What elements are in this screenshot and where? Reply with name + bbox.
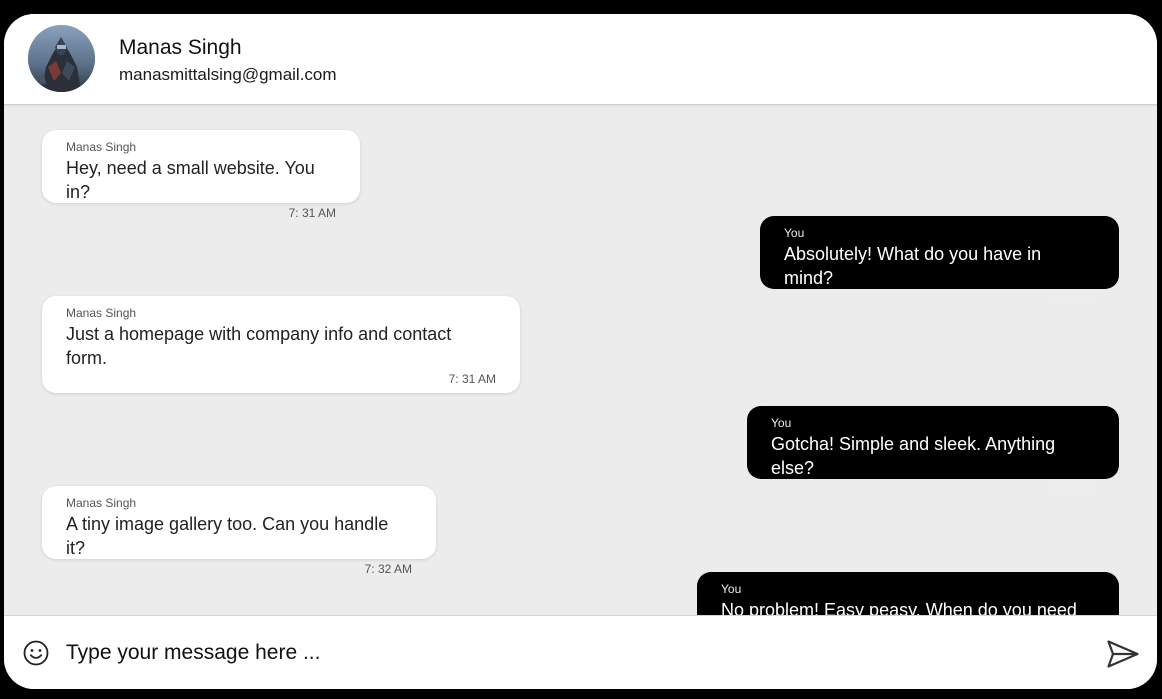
smiley-icon[interactable] (23, 640, 49, 666)
message-sender: Manas Singh (66, 496, 137, 510)
message-time: 7: 31 AM (448, 372, 496, 386)
message-text: Absolutely! What do you have in mind? (784, 244, 1042, 288)
message-sender: Manas Singh (66, 306, 137, 320)
contact-name: Manas Singh (119, 36, 242, 59)
message-time: 7: 31 AM (1047, 292, 1095, 306)
message-bubble-outgoing: You Gotcha! Simple and sleek. Anything e… (747, 406, 1119, 496)
message-list[interactable]: Manas Singh Hey, need a small website. Y… (4, 105, 1157, 615)
message-sender: Manas Singh (66, 140, 137, 154)
message-sender: You (771, 416, 792, 430)
contact-email: manasmittalsing@gmail.com (119, 65, 337, 84)
message-bubble-incoming: Manas Singh A tiny image gallery too. Ca… (42, 486, 436, 576)
message-sender: You (784, 226, 805, 240)
chat-window: Manas Singh manasmittalsing@gmail.com Ma… (4, 14, 1157, 689)
message-bubble-outgoing: You No problem! Easy peasy. When do you … (697, 572, 1119, 615)
message-text: Hey, need a small website. You in? (66, 158, 315, 202)
composer-bar (4, 615, 1157, 689)
chat-header: Manas Singh manasmittalsing@gmail.com (4, 14, 1157, 105)
message-text: A tiny image gallery too. Can you handle… (66, 514, 389, 558)
message-bubble-incoming: Manas Singh Just a homepage with company… (42, 296, 520, 393)
message-input[interactable] (66, 636, 1086, 670)
message-bubble-incoming: Manas Singh Hey, need a small website. Y… (42, 130, 360, 220)
message-text: Gotcha! Simple and sleek. Anything else? (771, 434, 1056, 478)
send-icon[interactable] (1106, 639, 1140, 669)
avatar[interactable] (28, 25, 95, 92)
message-text: Just a homepage with company info and co… (66, 324, 452, 368)
message-bubble-outgoing: You Absolutely! What do you have in mind… (760, 216, 1119, 306)
message-sender: You (721, 582, 742, 596)
message-time: 7: 32 AM (1047, 482, 1095, 496)
message-time: 7: 32 AM (364, 562, 412, 576)
avatar-image (28, 25, 95, 92)
message-text: No problem! Easy peasy. When do you need… (721, 600, 1077, 615)
message-time: 7: 31 AM (288, 206, 336, 220)
